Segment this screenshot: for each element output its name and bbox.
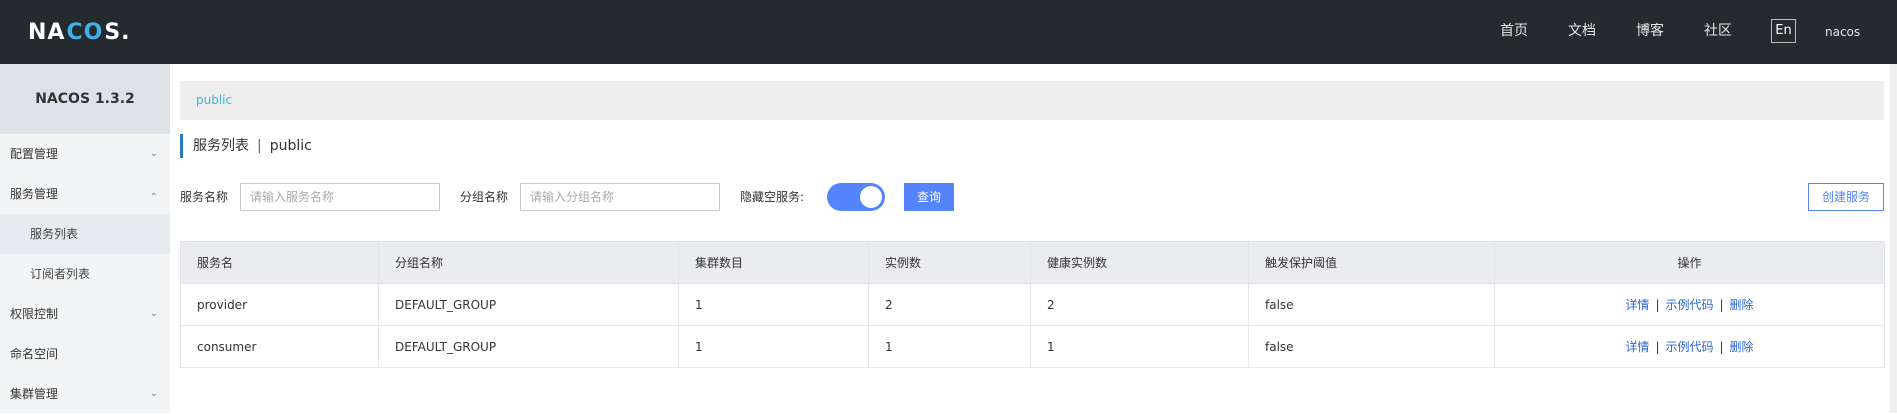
- table-row: provider DEFAULT_GROUP 1 2 2 false 详情 | 示例…: [180, 283, 1885, 326]
- nav-blog[interactable]: 博客: [1636, 0, 1664, 64]
- column-header-group-name: 分组名称: [378, 241, 679, 284]
- language-switch-button[interactable]: En: [1771, 19, 1796, 43]
- page-title-separator: |: [257, 138, 262, 154]
- namespace-bar: public: [180, 81, 1884, 120]
- logo-text-dot: .: [121, 19, 131, 45]
- column-header-cluster-count: 集群数目: [678, 241, 869, 284]
- nav-docs[interactable]: 文档: [1568, 0, 1596, 64]
- sidebar-version-title: NACOS 1.3.2: [0, 64, 170, 134]
- column-header-instance-count: 实例数: [868, 241, 1031, 284]
- cell-healthy-instance-count: 2: [1030, 283, 1249, 326]
- delete-link[interactable]: 删除: [1730, 298, 1754, 312]
- cell-protect-threshold: false: [1248, 283, 1495, 326]
- column-header-service-name: 服务名: [180, 241, 379, 284]
- cell-instance-count: 1: [868, 325, 1031, 368]
- cell-cluster-count: 1: [678, 283, 869, 326]
- toggle-knob: [860, 186, 882, 208]
- page-title-main: 服务列表: [193, 138, 249, 154]
- cell-instance-count: 2: [868, 283, 1031, 326]
- filter-bar: 服务名称 分组名称 隐藏空服务: 查询 创建服务: [180, 183, 1884, 211]
- create-service-button[interactable]: 创建服务: [1808, 183, 1884, 211]
- sidebar-item-access-control[interactable]: 权限控制 ⌄: [0, 294, 170, 334]
- namespace-tab-public[interactable]: public: [196, 93, 232, 107]
- sidebar-item-service-list[interactable]: 服务列表: [0, 214, 170, 254]
- nav-home[interactable]: 首页: [1500, 0, 1528, 64]
- nav-community[interactable]: 社区: [1704, 0, 1732, 64]
- sidebar-item-service-management[interactable]: 服务管理 ⌃: [0, 174, 170, 214]
- column-header-healthy-instance-count: 健康实例数: [1030, 241, 1249, 284]
- cell-service-name: provider: [180, 283, 379, 326]
- column-header-protect-threshold: 触发保护阈值: [1248, 241, 1495, 284]
- sample-code-link[interactable]: 示例代码: [1665, 298, 1713, 312]
- sidebar-item-label: 服务管理: [10, 187, 59, 201]
- group-name-input[interactable]: [520, 183, 720, 211]
- user-menu[interactable]: nacos: [1825, 0, 1860, 64]
- logo-text-mid: CO: [66, 19, 104, 45]
- sidebar-item-label: 命名空间: [10, 347, 59, 361]
- sidebar-item-config-management[interactable]: 配置管理 ⌄: [0, 134, 170, 174]
- sample-code-link[interactable]: 示例代码: [1665, 340, 1713, 354]
- sidebar: NACOS 1.3.2 配置管理 ⌄ 服务管理 ⌃ 服务列表 订阅者列表 权限控…: [0, 64, 170, 413]
- sidebar-item-namespace[interactable]: 命名空间: [0, 334, 170, 374]
- table-row: consumer DEFAULT_GROUP 1 1 1 false 详情 | 示例…: [180, 325, 1885, 368]
- sidebar-item-cluster-management[interactable]: 集群管理 ⌄: [0, 374, 170, 414]
- cell-healthy-instance-count: 1: [1030, 325, 1249, 368]
- hide-empty-services-label: 隐藏空服务:: [740, 190, 805, 204]
- table-header-row: 服务名 分组名称 集群数目 实例数 健康实例数 触发保护阈值 操作: [180, 241, 1885, 284]
- cell-group-name: DEFAULT_GROUP: [378, 283, 679, 326]
- page-title: 服务列表 | public: [180, 134, 312, 158]
- page-title-namespace: public: [269, 138, 312, 154]
- vertical-scrollbar[interactable]: [1890, 64, 1897, 413]
- cell-cluster-count: 1: [678, 325, 869, 368]
- nacos-logo[interactable]: NA CO S.: [28, 17, 131, 47]
- op-separator: |: [1655, 298, 1660, 312]
- op-separator: |: [1719, 298, 1724, 312]
- cell-service-name: consumer: [180, 325, 379, 368]
- logo-text-left: NA: [28, 19, 66, 45]
- detail-link[interactable]: 详情: [1625, 298, 1649, 312]
- service-name-label: 服务名称: [180, 190, 229, 204]
- cell-operations: 详情 | 示例代码 | 删除: [1494, 283, 1885, 326]
- sidebar-item-label: 配置管理: [10, 147, 59, 161]
- delete-link[interactable]: 删除: [1730, 340, 1754, 354]
- service-name-input[interactable]: [240, 183, 440, 211]
- sidebar-item-label: 集群管理: [10, 387, 59, 401]
- chevron-down-icon: ⌄: [149, 148, 158, 159]
- cell-protect-threshold: false: [1248, 325, 1495, 368]
- hide-empty-services-toggle[interactable]: [827, 183, 885, 211]
- logo-text-right: S: [104, 19, 122, 45]
- top-navbar: NA CO S. 首页 文档 博客 社区 En nacos: [0, 0, 1897, 64]
- column-header-operations: 操作: [1494, 241, 1885, 284]
- op-separator: |: [1655, 340, 1660, 354]
- sidebar-item-label: 权限控制: [10, 307, 59, 321]
- op-separator: |: [1719, 340, 1724, 354]
- query-button[interactable]: 查询: [904, 183, 954, 211]
- chevron-down-icon: ⌄: [149, 308, 158, 319]
- sidebar-item-subscriber-list[interactable]: 订阅者列表: [0, 254, 170, 294]
- service-table: 服务名 分组名称 集群数目 实例数 健康实例数 触发保护阈值 操作 provid…: [180, 241, 1885, 368]
- chevron-up-icon: ⌃: [149, 192, 158, 203]
- cell-operations: 详情 | 示例代码 | 删除: [1494, 325, 1885, 368]
- main-content: public 服务列表 | public 服务名称 分组名称 隐藏空服务: 查询 创…: [170, 64, 1897, 413]
- cell-group-name: DEFAULT_GROUP: [378, 325, 679, 368]
- detail-link[interactable]: 详情: [1625, 340, 1649, 354]
- group-name-label: 分组名称: [460, 190, 509, 204]
- chevron-down-icon: ⌄: [149, 388, 158, 399]
